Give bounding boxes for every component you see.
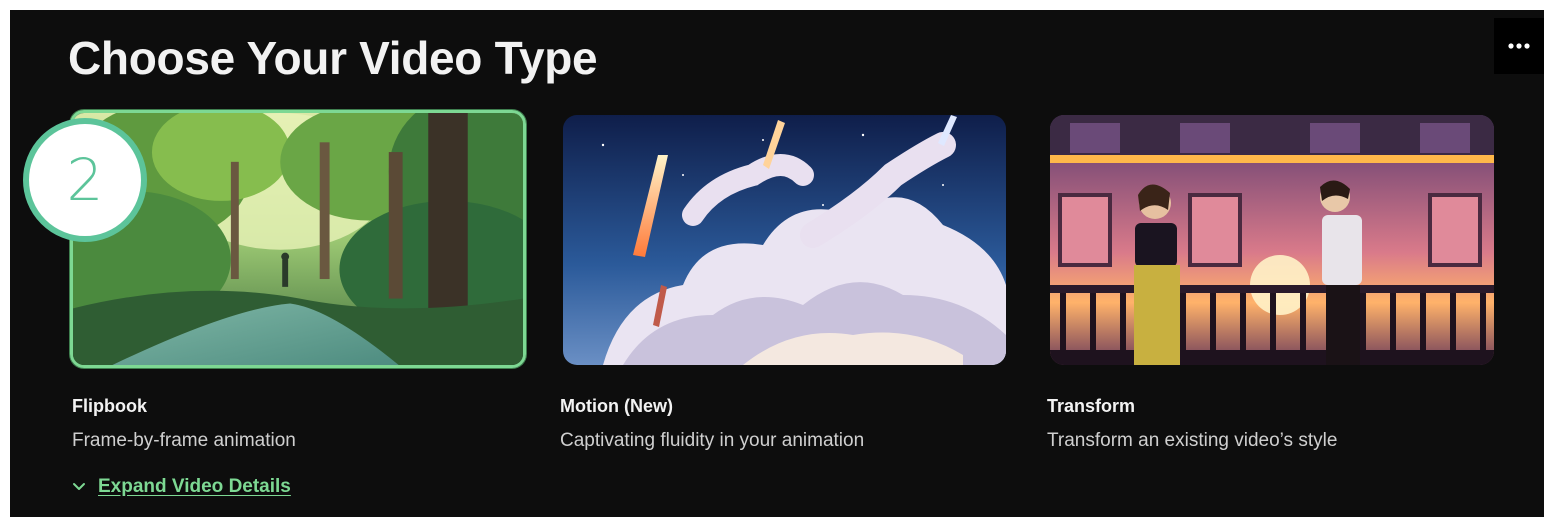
expand-video-details-link[interactable]: Expand Video Details (72, 476, 291, 498)
transform-thumbnail (1050, 115, 1494, 365)
video-type-name: Flipbook (72, 396, 147, 416)
more-options-button[interactable] (1494, 18, 1544, 74)
motion-thumbnail (563, 115, 1006, 365)
video-type-description: Frame-by-frame animation (72, 430, 296, 451)
video-type-name: Motion (New) (560, 396, 673, 416)
video-type-description: Captivating fluidity in your animation (560, 430, 865, 451)
chevron-down-icon (73, 483, 85, 490)
video-type-name: Transform (1047, 396, 1136, 416)
page-title: Choose Your Video Type (68, 32, 598, 84)
video-type-panel: Choose Your Video Type Flipbook Frame-by… (10, 10, 1544, 517)
video-type-description: Transform an existing video’s style (1047, 430, 1338, 451)
expand-video-details-label: Expand Video Details (98, 476, 291, 497)
step-number-badge: 2 (23, 118, 147, 242)
more-horizontal-icon (1508, 43, 1530, 49)
